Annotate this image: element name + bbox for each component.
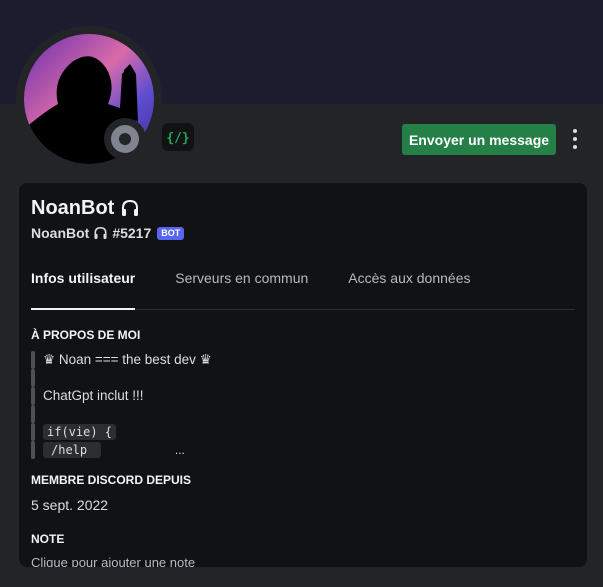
about-me-content: ♛ Noan === the best dev ♛ ChatGpt inclut… bbox=[31, 351, 575, 459]
tab-user-info[interactable]: Infos utilisateur bbox=[31, 263, 136, 310]
display-name-row: NoanBot bbox=[31, 195, 575, 221]
about-line: ♛ Noan === the best dev ♛ bbox=[31, 351, 575, 369]
tab-mutual-servers[interactable]: Serveurs en commun bbox=[175, 263, 308, 309]
profile-tabs: Infos utilisateur Serveurs en commun Acc… bbox=[31, 263, 575, 310]
offline-status-icon bbox=[111, 125, 139, 153]
about-me-heading: À PROPOS DE MOI bbox=[31, 328, 141, 342]
active-developer-icon: {/} bbox=[167, 131, 189, 146]
bot-tag: BOT bbox=[157, 226, 185, 240]
send-message-button[interactable]: Envoyer un message bbox=[402, 124, 556, 155]
member-since-heading: MEMBRE DISCORD DEPUIS bbox=[31, 473, 192, 487]
display-name: NoanBot bbox=[31, 196, 115, 219]
about-line-1: ♛ Noan === the best dev ♛ bbox=[43, 352, 212, 367]
status-indicator bbox=[104, 118, 146, 160]
headphones-icon bbox=[94, 226, 107, 239]
note-field[interactable]: Clique pour ajouter une note bbox=[31, 555, 575, 567]
username: NoanBot bbox=[31, 225, 90, 241]
active-developer-badge[interactable]: {/} bbox=[162, 123, 194, 151]
about-line bbox=[31, 405, 575, 423]
note-heading: NOTE bbox=[31, 532, 65, 546]
profile-card: NoanBot NoanBot #5217 BOT Infos utilisat… bbox=[19, 183, 587, 567]
more-vertical-icon[interactable] bbox=[566, 126, 584, 152]
member-since-date: 5 sept. 2022 bbox=[31, 497, 109, 513]
about-line bbox=[31, 369, 575, 387]
about-line: /help ... bbox=[31, 441, 575, 459]
username-row: NoanBot #5217 BOT bbox=[31, 225, 575, 241]
slash-command[interactable]: /help bbox=[43, 442, 102, 458]
tab-data-access[interactable]: Accès aux données bbox=[348, 263, 470, 309]
headphones-icon bbox=[122, 199, 139, 216]
code-snippet: if(vie) { bbox=[43, 424, 117, 440]
about-line: ChatGpt inclut !!! bbox=[31, 387, 575, 405]
svg-text:{/}: {/} bbox=[167, 131, 189, 146]
about-line: if(vie) { bbox=[31, 423, 575, 441]
ellipsis: ... bbox=[174, 443, 185, 457]
discriminator: #5217 bbox=[112, 225, 152, 241]
about-line-2: ChatGpt inclut !!! bbox=[43, 388, 144, 403]
